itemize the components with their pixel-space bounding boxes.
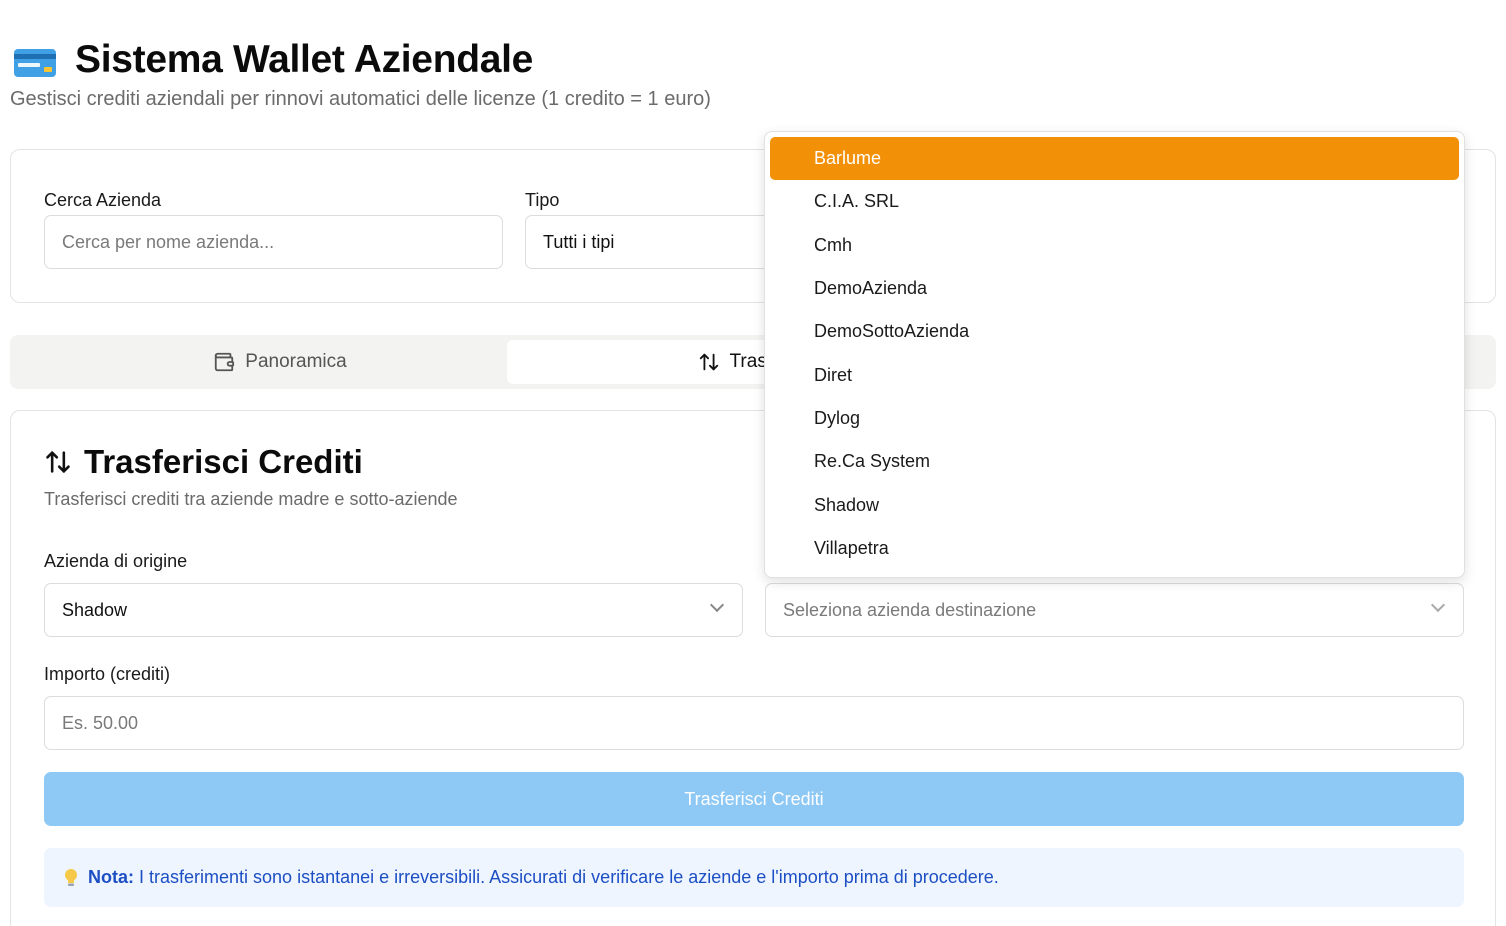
page-title: Sistema Wallet Aziendale	[75, 38, 534, 81]
dropdown-option[interactable]: DemoAzienda	[770, 267, 1459, 310]
origin-select-value: Shadow	[62, 599, 128, 620]
chevron-down-icon	[1430, 597, 1446, 613]
dropdown-option[interactable]: Dylog	[770, 397, 1459, 440]
destination-select[interactable]: Seleziona azienda destinazione	[765, 583, 1464, 637]
wallet-icon	[215, 352, 235, 372]
tab-panoramica[interactable]: Panoramica	[15, 340, 545, 384]
transfer-title-text: Trasferisci Crediti	[84, 443, 363, 480]
type-label: Tipo	[525, 190, 560, 210]
dropdown-option[interactable]: Shadow	[770, 483, 1459, 526]
arrows-up-down-icon	[699, 353, 718, 371]
search-field[interactable]	[44, 215, 503, 269]
note-text: I trasferimenti sono istantanei e irreve…	[134, 867, 999, 887]
origin-select[interactable]: Shadow	[44, 583, 743, 637]
destination-select-placeholder: Seleziona azienda destinazione	[783, 599, 1037, 620]
origin-label: Azienda di origine	[44, 551, 188, 571]
dropdown-option[interactable]: C.I.A. SRL	[770, 180, 1459, 223]
destination-dropdown-list: Barlume C.I.A. SRL Cmh DemoAzienda DemoS…	[764, 131, 1465, 578]
credit-card-icon	[14, 49, 56, 77]
dropdown-option[interactable]: Barlume	[770, 137, 1459, 181]
transfer-note: Nota: I trasferimenti sono istantanei e …	[44, 848, 1464, 907]
page-subtitle: Gestisci crediti aziendali per rinnovi a…	[10, 88, 711, 110]
page-header: Sistema Wallet Aziendale	[14, 38, 533, 82]
search-label: Cerca Azienda	[44, 190, 162, 210]
type-select-value: Tutti i tipi	[543, 231, 615, 252]
dropdown-option[interactable]: DemoSottoAzienda	[770, 310, 1459, 353]
amount-field[interactable]	[44, 696, 1464, 750]
search-input[interactable]	[62, 231, 502, 253]
tab-panoramica-label: Panoramica	[245, 351, 347, 372]
dropdown-option[interactable]: Villapetra	[770, 527, 1459, 570]
transfer-subtitle: Trasferisci crediti tra aziende madre e …	[44, 489, 458, 509]
lightbulb-icon	[65, 868, 77, 886]
transfer-title: Trasferisci Crediti	[44, 443, 363, 481]
amount-input[interactable]	[62, 712, 1463, 734]
chevron-down-icon	[709, 597, 725, 613]
amount-label: Importo (crediti)	[44, 664, 171, 684]
arrows-up-down-icon	[46, 451, 70, 473]
dropdown-option[interactable]: Diret	[770, 353, 1459, 396]
dropdown-option[interactable]: Re.Ca System	[770, 440, 1459, 483]
transfer-submit-button[interactable]: Trasferisci Crediti	[44, 772, 1464, 826]
dropdown-option[interactable]: Cmh	[770, 224, 1459, 267]
note-prefix: Nota:	[88, 867, 134, 887]
